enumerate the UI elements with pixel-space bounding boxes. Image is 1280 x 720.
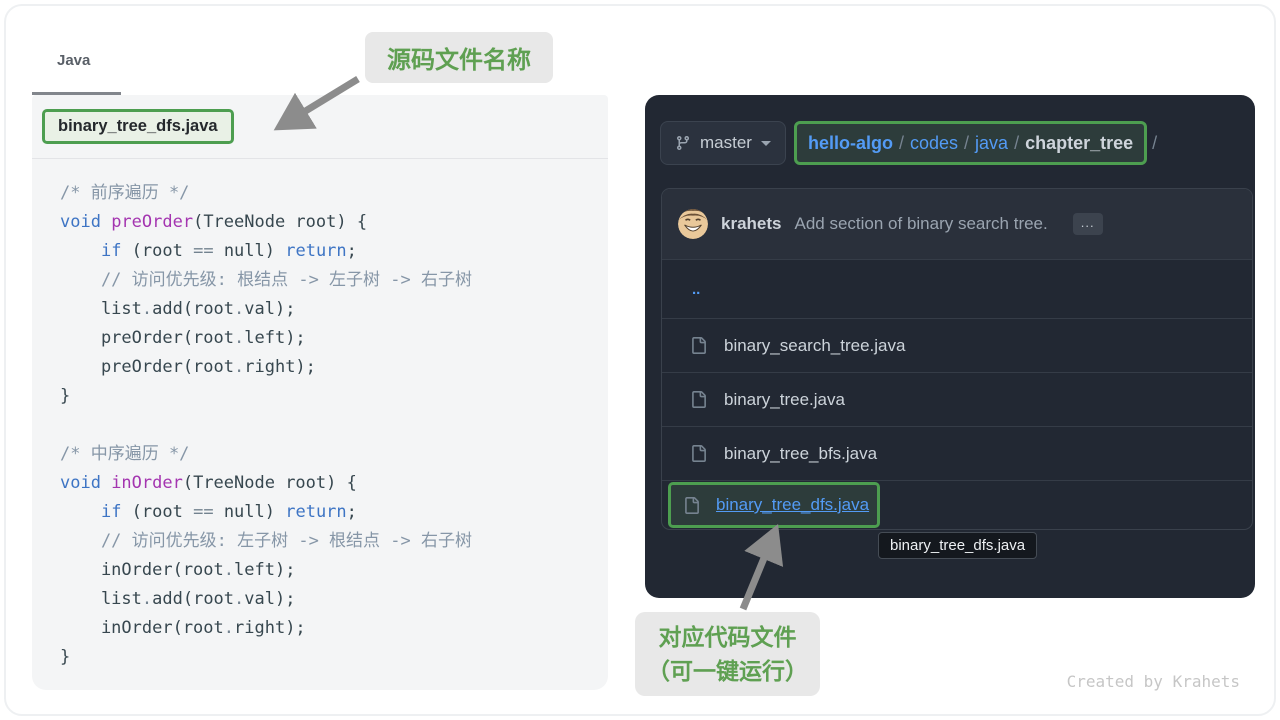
code-line: list.add(root.val);	[60, 585, 472, 614]
branch-name: master	[700, 133, 752, 153]
credit-text: Created by Krahets	[1067, 672, 1240, 691]
file-row-binary_tree_dfs.java[interactable]: binary_tree_dfs.java	[662, 480, 1252, 529]
code-header-divider	[32, 158, 608, 159]
code-line: /* 前序遍历 */	[60, 179, 472, 208]
code-line: preOrder(root.right);	[60, 353, 472, 382]
branch-selector-button[interactable]: master	[660, 121, 786, 165]
annotation-code-file: 对应代码文件 （可一键运行）	[635, 612, 820, 696]
commit-author[interactable]: krahets	[721, 214, 781, 234]
code-line: }	[60, 382, 472, 411]
file-name[interactable]: binary_tree_dfs.java	[716, 495, 869, 515]
breadcrumb-separator: /	[1014, 133, 1019, 154]
file-icon	[683, 497, 700, 514]
highlighted-file-box[interactable]: binary_tree_dfs.java	[668, 482, 880, 528]
breadcrumb-item-codes[interactable]: codes	[910, 133, 958, 154]
parent-directory-link[interactable]: ..	[662, 281, 700, 298]
file-icon	[690, 445, 707, 462]
code-filename: binary_tree_dfs.java	[58, 117, 218, 135]
code-block-2: /* 中序遍历 */void inOrder(TreeNode root) { …	[60, 440, 472, 672]
file-icon	[690, 337, 707, 354]
breadcrumb-box: hello-algo / codes / java / chapter_tree	[794, 121, 1147, 165]
breadcrumb-separator: /	[899, 133, 904, 154]
breadcrumb: hello-algo / codes / java / chapter_tree	[808, 133, 1133, 154]
breadcrumb-item-java[interactable]: java	[975, 133, 1008, 154]
breadcrumb-item-hello-algo[interactable]: hello-algo	[808, 133, 893, 154]
caret-down-icon	[761, 141, 771, 151]
annotation-source-filename-text: 源码文件名称	[387, 47, 531, 74]
file-name[interactable]: binary_search_tree.java	[724, 336, 905, 356]
github-topbar: master hello-algo / codes / java / chapter_tre…	[660, 121, 1157, 165]
code-content: /* 前序遍历 */void preOrder(TreeNode root) {…	[60, 179, 472, 701]
code-line: /* 中序遍历 */	[60, 440, 472, 469]
commit-more-button[interactable]: ...	[1073, 213, 1103, 235]
file-name[interactable]: binary_tree.java	[724, 390, 845, 410]
file-icon	[690, 391, 707, 408]
github-panel: master hello-algo / codes / java / chapter_tre…	[645, 95, 1255, 598]
code-line: preOrder(root.left);	[60, 324, 472, 353]
git-branch-icon	[675, 135, 691, 151]
file-tooltip: binary_tree_dfs.java	[878, 532, 1037, 559]
file-row-binary_search_tree.java[interactable]: binary_search_tree.java	[662, 318, 1252, 372]
file-row-binary_tree.java[interactable]: binary_tree.java	[662, 372, 1252, 426]
avatar[interactable]	[678, 209, 708, 239]
breadcrumb-item-chapter_tree: chapter_tree	[1025, 133, 1133, 154]
code-line: if (root == null) return;	[60, 237, 472, 266]
code-line: void inOrder(TreeNode root) {	[60, 469, 472, 498]
file-name[interactable]: binary_tree_bfs.java	[724, 444, 877, 464]
code-line: }	[60, 643, 472, 672]
code-line: // 访问优先级: 根结点 -> 左子树 -> 右子树	[60, 266, 472, 295]
code-panel: binary_tree_dfs.java /* 前序遍历 */void preO…	[32, 95, 608, 690]
commit-message[interactable]: Add section of binary search tree.	[794, 214, 1047, 234]
tab-java[interactable]: Java	[57, 52, 90, 69]
code-line: inOrder(root.left);	[60, 556, 472, 585]
code-block-1: /* 前序遍历 */void preOrder(TreeNode root) {…	[60, 179, 472, 411]
parent-directory-row[interactable]: ..	[662, 259, 1252, 318]
breadcrumb-separator: /	[964, 133, 969, 154]
file-browser-box: krahets Add section of binary search tre…	[661, 188, 1253, 530]
annotation-code-file-line2: （可一键运行）	[647, 654, 808, 688]
file-row-binary_tree_bfs.java[interactable]: binary_tree_bfs.java	[662, 426, 1252, 480]
code-line: // 访问优先级: 左子树 -> 根结点 -> 右子树	[60, 527, 472, 556]
code-line: if (root == null) return;	[60, 498, 472, 527]
code-filename-box: binary_tree_dfs.java	[42, 109, 234, 144]
latest-commit-row: krahets Add section of binary search tre…	[662, 189, 1252, 259]
annotation-code-file-line1: 对应代码文件	[647, 620, 808, 654]
breadcrumb-trailing-slash: /	[1152, 133, 1157, 154]
code-line: void preOrder(TreeNode root) {	[60, 208, 472, 237]
code-line: inOrder(root.right);	[60, 614, 472, 643]
code-line: list.add(root.val);	[60, 295, 472, 324]
annotation-source-filename: 源码文件名称	[365, 32, 553, 83]
